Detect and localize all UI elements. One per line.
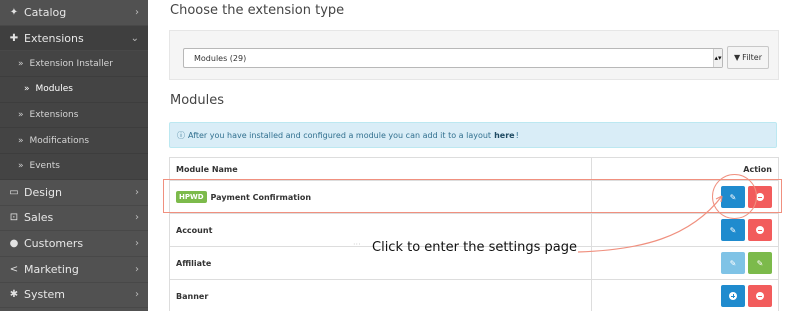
callout-arrow bbox=[577, 195, 723, 253]
callout-text: Click to enter the settings page bbox=[372, 240, 578, 255]
callout-ghost-text: ··· bbox=[353, 240, 361, 249]
